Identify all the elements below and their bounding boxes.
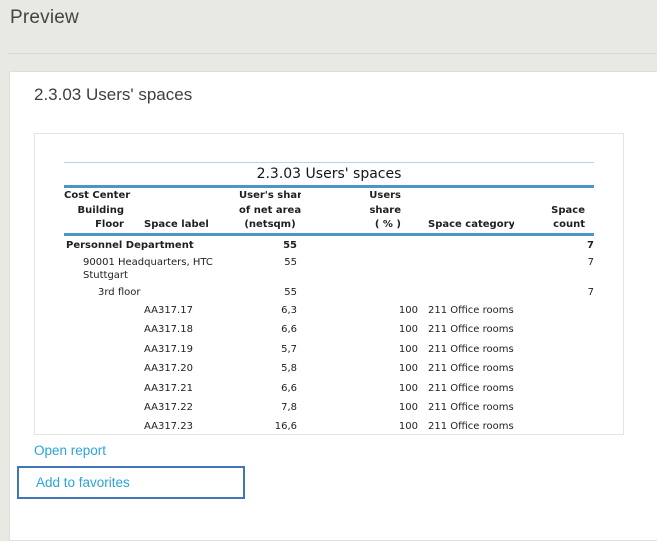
space-category-cell: 211 Office rooms [421,398,514,414]
header-percent: ( % ) [301,218,421,233]
table-row: AA317.2316,6100211 Office rooms [64,417,594,436]
header-cost-center: Cost Center [64,189,144,204]
space-category-cell: 211 Office rooms [421,379,514,395]
add-to-favorites-link[interactable]: Add to favorites [19,475,130,490]
preview-card: 2.3.03 Users' spaces 2.3.03 Users' space… [9,71,657,541]
header-users-share-line2: of net area [239,204,301,219]
net-area-cell: 55 [239,283,301,299]
space-label-cell: AA317.23 [64,417,239,433]
report-table-body: Personnel Department55790001 Headquarter… [64,236,594,437]
space-count-cell: 7 [514,253,594,269]
header-netsqm: (netsqm) [239,218,301,233]
users-share-cell: 100 [301,417,421,433]
header-space-label: Space label [144,218,239,233]
report-table-header: Cost Center User's share Users Building … [64,188,594,233]
header-building: Building [64,204,144,219]
report-document: 2.3.03 Users' spaces Cost Center User's … [64,134,594,434]
users-share-cell: 100 [301,340,421,356]
space-label-cell: Personnel Department [64,236,239,252]
space-category-cell [421,283,514,286]
net-area-cell: 55 [239,236,301,252]
net-area-cell: 6,6 [239,320,301,336]
table-row: AA317.195,7100211 Office rooms [64,340,594,359]
space-count-cell [514,398,594,401]
net-area-cell: 6,6 [239,379,301,395]
users-share-cell [301,253,421,256]
space-category-cell: 211 Office rooms [421,320,514,336]
table-row: AA317.227,8100211 Office rooms [64,398,594,417]
space-category-cell: 211 Office rooms [421,301,514,317]
users-share-cell [301,283,421,286]
open-report-link[interactable]: Open report [34,443,106,458]
net-area-cell: 7,8 [239,398,301,414]
header-users-line2: share [301,204,421,219]
net-area-cell: 5,7 [239,340,301,356]
space-category-cell: 211 Office rooms [421,359,514,375]
space-count-cell [514,301,594,304]
space-category-cell [421,236,514,239]
space-label-cell: AA317.20 [64,359,239,375]
space-label-cell: AA317.21 [64,379,239,395]
header-space-category: Space category [421,218,514,233]
space-label-cell: AA317.17 [64,301,239,317]
users-share-cell: 100 [301,359,421,375]
page-divider [8,53,657,54]
users-share-cell: 100 [301,320,421,336]
space-count-cell: 7 [514,236,594,252]
space-category-cell: 211 Office rooms [421,340,514,356]
net-area-cell: 16,6 [239,417,301,433]
space-count-cell [514,379,594,382]
table-row: 3rd floor55 7 [64,283,594,301]
table-row: AA317.176,3100211 Office rooms [64,301,594,320]
header-space-count-line1: Space [514,204,594,219]
page-title: Preview [10,7,79,29]
space-label-cell: 3rd floor [64,283,239,299]
net-area-cell: 6,3 [239,301,301,317]
users-share-cell: 100 [301,379,421,395]
space-count-cell [514,320,594,323]
header-users-line1: Users [301,189,421,204]
space-label-cell: 90001 Headquarters, HTC Stuttgart [64,253,239,282]
space-count-cell [514,359,594,362]
users-share-cell: 100 [301,398,421,414]
space-count-cell [514,417,594,420]
space-count-cell: 7 [514,283,594,299]
space-category-cell: 211 Office rooms [421,417,514,433]
space-category-cell [421,253,514,256]
header-space-count-line2: count [514,218,594,233]
report-preview-thumbnail[interactable]: 2.3.03 Users' spaces Cost Center User's … [34,133,624,435]
header-users-share-line1: User's share [239,189,301,204]
table-row: 90001 Headquarters, HTC Stuttgart55 7 [64,253,594,283]
report-title: 2.3.03 Users' spaces [64,163,594,185]
add-to-favorites-focus-outline: Add to favorites [17,466,245,499]
header-floor: Floor [64,218,144,233]
space-label-cell: AA317.22 [64,398,239,414]
table-row: AA317.186,6100211 Office rooms [64,320,594,339]
space-label-cell: AA317.18 [64,320,239,336]
users-share-cell: 100 [301,301,421,317]
net-area-cell: 55 [239,253,301,269]
users-share-cell [301,236,421,239]
report-heading: 2.3.03 Users' spaces [34,85,192,105]
space-count-cell [514,340,594,343]
net-area-cell: 5,8 [239,359,301,375]
table-row: AA317.216,6100211 Office rooms [64,379,594,398]
table-row: AA317.205,8100211 Office rooms [64,359,594,378]
table-row: Personnel Department55 7 [64,236,594,253]
space-label-cell: AA317.19 [64,340,239,356]
